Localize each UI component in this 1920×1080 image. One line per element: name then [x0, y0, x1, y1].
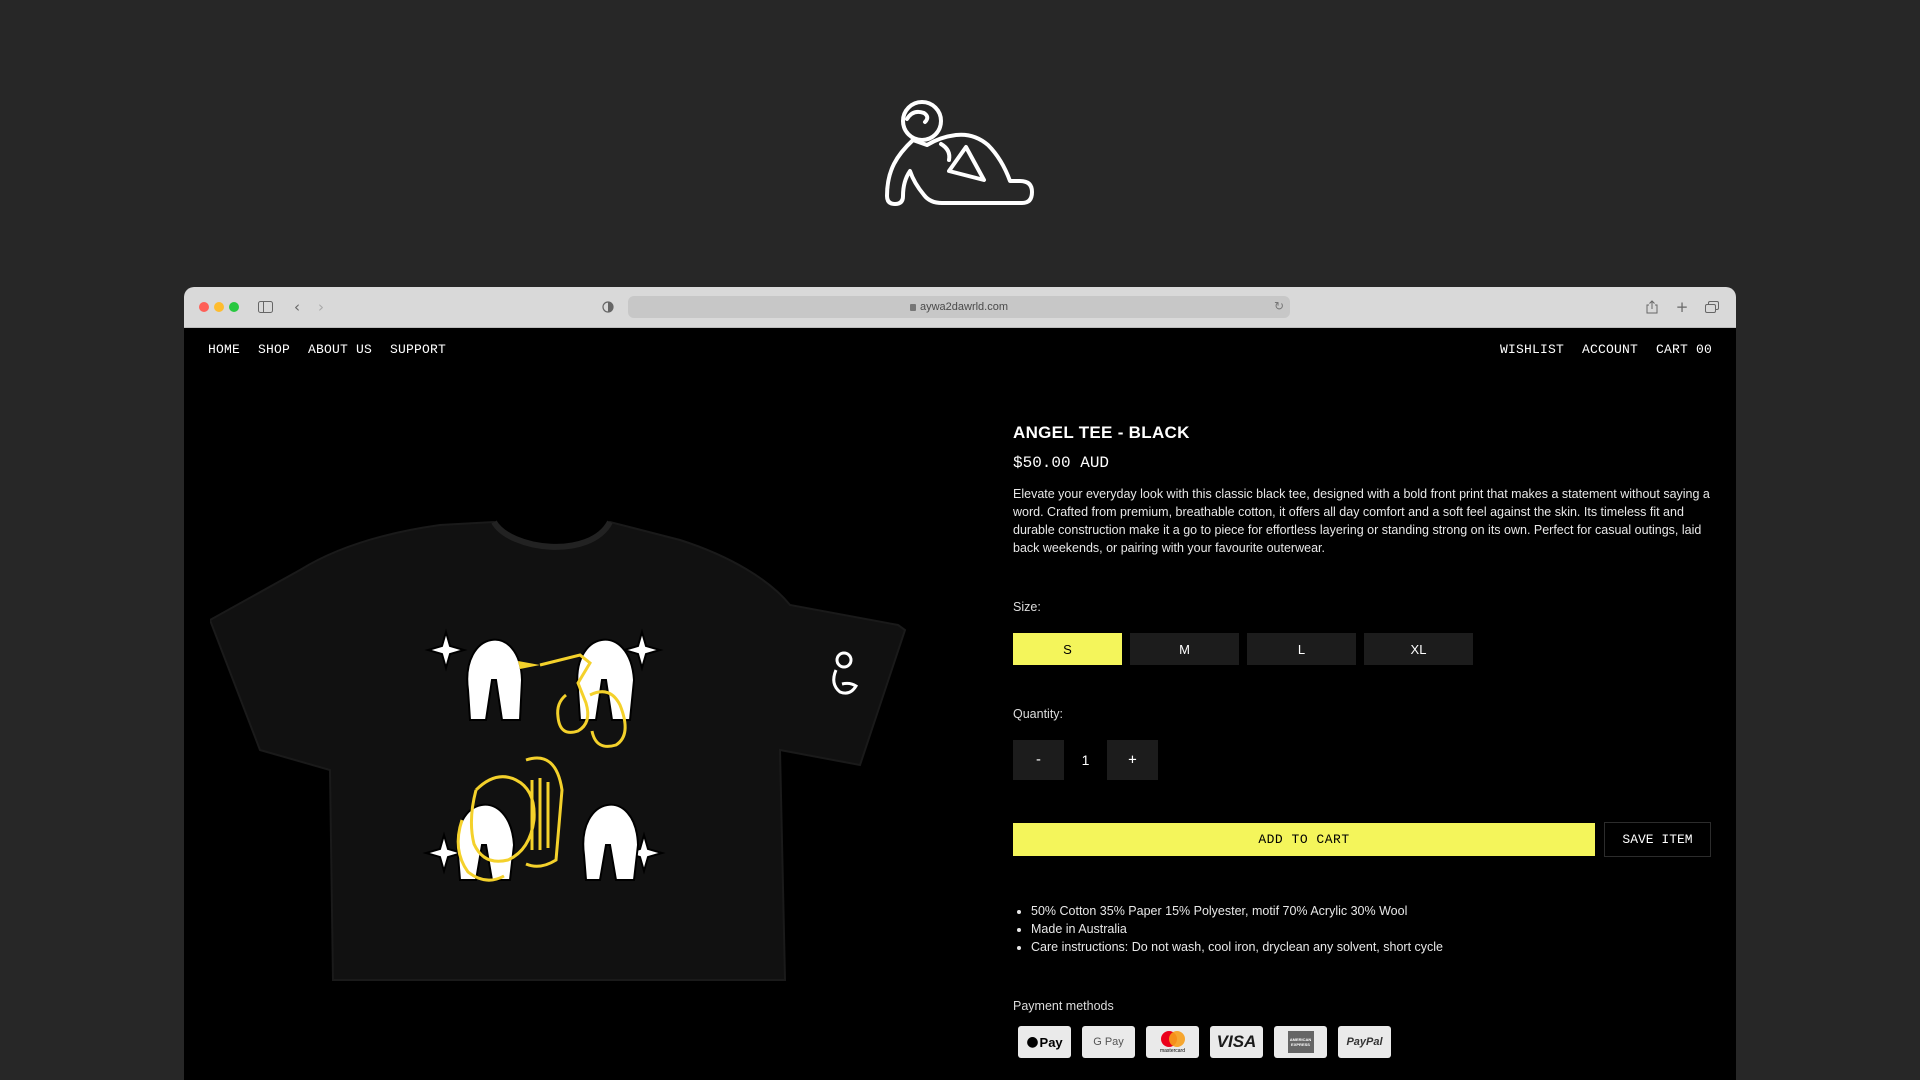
- nav-cart[interactable]: CART 00: [1656, 342, 1712, 357]
- nav-support[interactable]: SUPPORT: [390, 342, 446, 357]
- forward-icon[interactable]: ›: [311, 297, 331, 317]
- product-specs: 50% Cotton 35% Paper 15% Polyester, moti…: [1031, 902, 1443, 956]
- product-title: ANGEL TEE - BLACK: [1013, 423, 1190, 442]
- nav-shop[interactable]: SHOP: [258, 342, 290, 357]
- spec-item: 50% Cotton 35% Paper 15% Polyester, moti…: [1031, 902, 1443, 920]
- visa-icon: VISA: [1210, 1026, 1263, 1058]
- mastercard-icon: mastercard: [1146, 1026, 1199, 1058]
- apple-pay-icon: ● Pay: [1018, 1026, 1071, 1058]
- privacy-shield-icon[interactable]: [598, 297, 618, 317]
- lock-icon: [909, 303, 916, 311]
- close-window-button[interactable]: [199, 302, 209, 312]
- browser-window: ‹ › aywa2dawrld.com ↻ + HOME SHOP ABOUT …: [184, 287, 1736, 1080]
- new-tab-icon[interactable]: +: [1672, 297, 1692, 317]
- nav-about-us[interactable]: ABOUT US: [308, 342, 372, 357]
- reload-icon[interactable]: ↻: [1274, 299, 1284, 313]
- product-description: Elevate your everyday look with this cla…: [1013, 487, 1710, 555]
- size-m-button[interactable]: M: [1130, 633, 1239, 665]
- quantity-decrease-button[interactable]: -: [1013, 740, 1064, 780]
- brand-logo: [885, 100, 1034, 206]
- site-nav: HOME SHOP ABOUT US SUPPORT WISHLIST ACCO…: [208, 342, 1712, 357]
- nav-wishlist[interactable]: WISHLIST: [1500, 342, 1564, 357]
- paypal-icon: PayPal: [1338, 1026, 1391, 1058]
- browser-toolbar: ‹ › aywa2dawrld.com ↻ +: [184, 287, 1736, 328]
- quantity-label: Quantity:: [1013, 707, 1064, 721]
- add-to-cart-button[interactable]: ADD TO CART: [1013, 823, 1595, 856]
- quantity-increase-button[interactable]: +: [1107, 740, 1158, 780]
- maximize-window-button[interactable]: [229, 302, 239, 312]
- product-image: [210, 520, 907, 981]
- size-xl-button[interactable]: XL: [1364, 633, 1473, 665]
- quantity-value[interactable]: 1: [1064, 752, 1107, 768]
- size-selector: S M L XL: [1013, 633, 1473, 665]
- product-price: $50.00 AUD: [1013, 454, 1110, 472]
- size-s-button[interactable]: S: [1013, 633, 1122, 665]
- share-icon[interactable]: [1642, 297, 1662, 317]
- address-bar[interactable]: aywa2dawrld.com ↻: [628, 296, 1290, 318]
- nav-home[interactable]: HOME: [208, 342, 240, 357]
- save-item-button[interactable]: SAVE ITEM: [1604, 822, 1711, 857]
- spec-item: Made in Australia: [1031, 920, 1443, 938]
- minimize-window-button[interactable]: [214, 302, 224, 312]
- payment-methods: ● Pay G Pay mastercard VISA AMERICAN EXPR…: [1018, 1026, 1391, 1058]
- url-text: aywa2dawrld.com: [919, 301, 1009, 313]
- spec-item: Care instructions: Do not wash, cool iro…: [1031, 938, 1443, 956]
- nav-account[interactable]: ACCOUNT: [1582, 342, 1638, 357]
- sidebar-icon[interactable]: [255, 297, 275, 317]
- size-label: Size:: [1013, 600, 1041, 614]
- quantity-stepper: - 1 +: [1013, 740, 1158, 780]
- back-icon[interactable]: ‹: [287, 297, 307, 317]
- google-pay-icon: G Pay: [1082, 1026, 1135, 1058]
- amex-icon: AMERICAN EXPRESS: [1274, 1026, 1327, 1058]
- tab-overview-icon[interactable]: [1702, 297, 1722, 317]
- size-l-button[interactable]: L: [1247, 633, 1356, 665]
- payment-methods-label: Payment methods: [1013, 999, 1114, 1013]
